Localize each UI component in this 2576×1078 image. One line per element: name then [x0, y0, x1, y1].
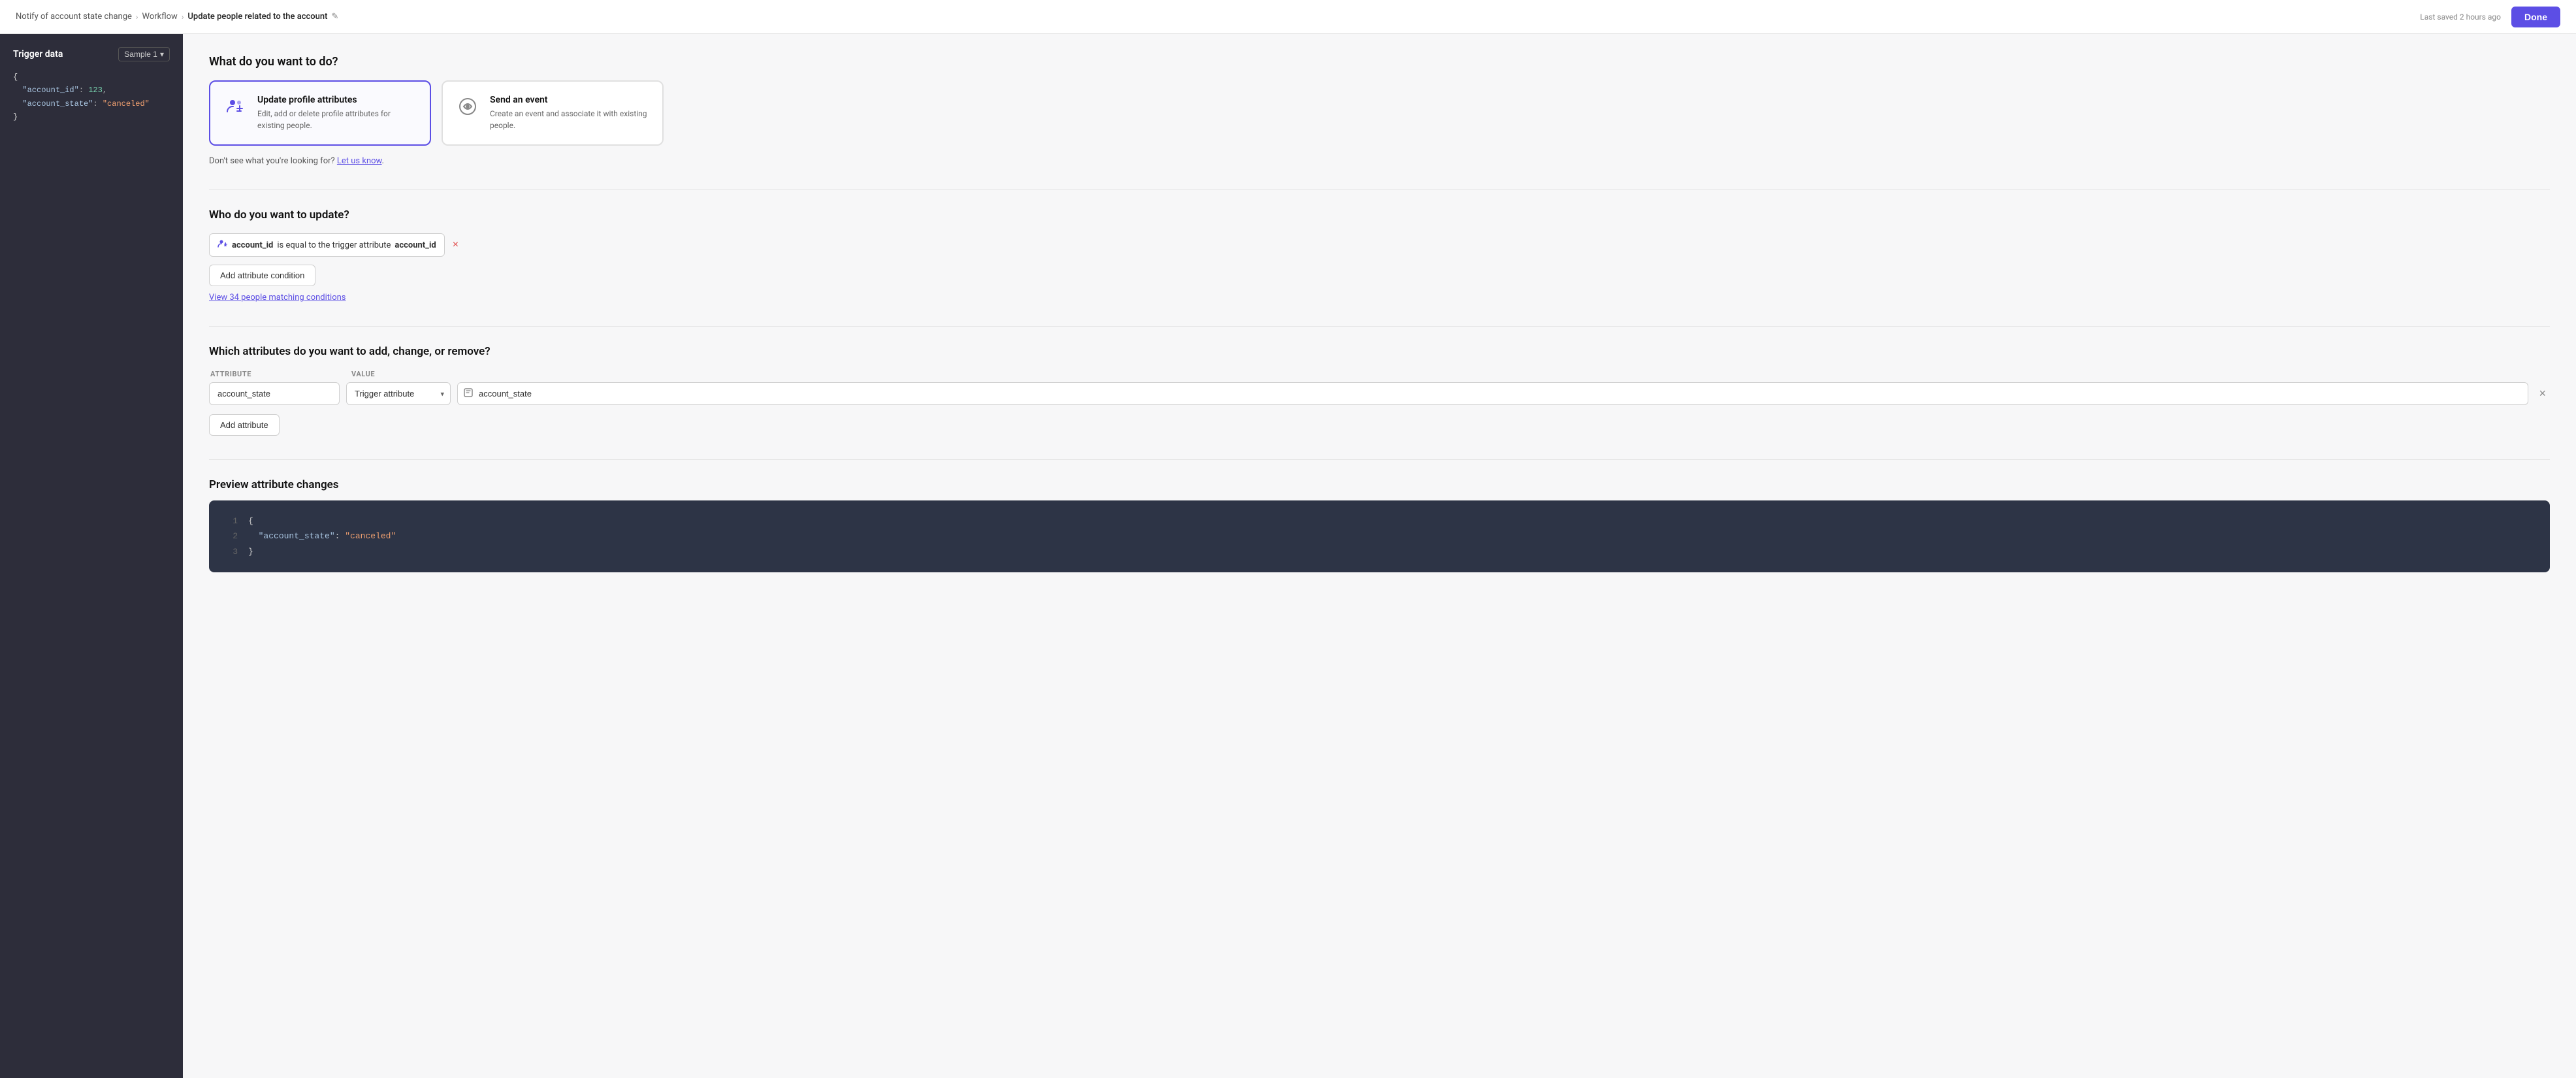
edit-icon[interactable]: ✎	[331, 12, 338, 22]
sidebar: Trigger data Sample 1 ▾ { "account_id": …	[0, 34, 183, 1078]
send-event-icon	[456, 95, 479, 118]
card-send-event-content: Send an event Create an event and associ…	[490, 95, 649, 131]
line-num-2: 2	[225, 529, 238, 544]
card-send-event-title: Send an event	[490, 95, 649, 105]
sidebar-code-line1: {	[13, 71, 170, 84]
condition-operator: is equal to the trigger attribute	[277, 240, 391, 250]
attr-value-wrapper	[457, 382, 2528, 405]
divider-3	[209, 459, 2550, 460]
what-title: What do you want to do?	[209, 55, 2550, 69]
sidebar-code-val1: 123	[88, 86, 103, 95]
sidebar-code-line3: "account_state": "canceled"	[13, 97, 170, 110]
sidebar-code: { "account_id": 123, "account_state": "c…	[13, 71, 170, 124]
layout: Trigger data Sample 1 ▾ { "account_id": …	[0, 34, 2576, 1078]
breadcrumb-step1[interactable]: Notify of account state change	[16, 12, 132, 22]
attr-table-header: ATTRIBUTE VALUE	[209, 370, 2550, 378]
value-col-header: VALUE	[351, 370, 2549, 378]
view-matching-link[interactable]: View 34 people matching conditions	[209, 293, 346, 302]
header: Notify of account state change › Workflo…	[0, 0, 2576, 34]
what-section: What do you want to do?	[209, 55, 2550, 166]
attribute-name-input[interactable]	[209, 382, 340, 405]
breadcrumb-current-label: Update people related to the account	[187, 12, 327, 22]
card-send-event-desc: Create an event and associate it with ex…	[490, 108, 649, 131]
preview-title: Preview attribute changes	[209, 478, 2550, 491]
which-title: Which attributes do you want to add, cha…	[209, 345, 2550, 358]
trigger-type-wrapper: Trigger attribute Static value Event pro…	[346, 382, 451, 405]
preview-line-1: 1 {	[225, 514, 2534, 529]
main-content: What do you want to do?	[183, 34, 2576, 1078]
trigger-type-select[interactable]: Trigger attribute Static value Event pro…	[346, 382, 451, 405]
sidebar-header: Trigger data Sample 1 ▾	[13, 47, 170, 61]
breadcrumb-step2[interactable]: Workflow	[142, 12, 178, 22]
preview-bracket-open: {	[248, 514, 253, 529]
remove-condition-button[interactable]: ×	[450, 238, 461, 252]
condition-attr: account_id	[232, 240, 273, 250]
card-update-profile-desc: Edit, add or delete profile attributes f…	[257, 108, 417, 131]
last-saved-text: Last saved 2 hours ago	[2420, 12, 2501, 22]
attribute-row: Trigger attribute Static value Event pro…	[209, 382, 2550, 405]
preview-section: Preview attribute changes 1 { 2 "account…	[209, 478, 2550, 572]
remove-attribute-button[interactable]: ×	[2535, 385, 2550, 402]
update-profile-icon	[223, 95, 247, 118]
preview-line-2: 2 "account_state": "canceled"	[225, 529, 2534, 544]
preview-code-block: 1 { 2 "account_state": "canceled" 3 }	[209, 500, 2550, 572]
done-button[interactable]: Done	[2511, 7, 2560, 27]
sidebar-code-line4: }	[13, 110, 170, 123]
add-condition-button[interactable]: Add attribute condition	[209, 265, 315, 286]
attrs-section: Which attributes do you want to add, cha…	[209, 345, 2550, 436]
who-title: Who do you want to update?	[209, 208, 2550, 221]
breadcrumb: Notify of account state change › Workflo…	[16, 12, 338, 22]
header-right: Last saved 2 hours ago Done	[2420, 7, 2560, 27]
sidebar-code-line2: "account_id": 123,	[13, 84, 170, 97]
sample-selector[interactable]: Sample 1 ▾	[118, 47, 170, 61]
divider-1	[209, 189, 2550, 190]
preview-line-3: 3 }	[225, 544, 2534, 559]
attr-col-header: ATTRIBUTE	[210, 370, 341, 378]
chevron-down-icon: ▾	[160, 50, 164, 59]
condition-value: account_id	[394, 240, 436, 250]
let-us-know-link[interactable]: Let us know	[337, 156, 382, 166]
preview-key: "account_state": "canceled"	[248, 529, 396, 544]
action-cards: Update profile attributes Edit, add or d…	[209, 80, 2550, 146]
divider-2	[209, 326, 2550, 327]
card-update-profile-content: Update profile attributes Edit, add or d…	[257, 95, 417, 131]
breadcrumb-sep1: ›	[136, 12, 138, 22]
not-seeing-text: Don't see what you're looking for? Let u…	[209, 156, 2550, 166]
sidebar-code-key1: "account_id"	[22, 86, 78, 95]
line-num-3: 3	[225, 544, 238, 559]
breadcrumb-current: Update people related to the account ✎	[187, 12, 338, 22]
attr-icon	[217, 238, 228, 252]
card-update-profile-title: Update profile attributes	[257, 95, 417, 105]
card-send-event[interactable]: Send an event Create an event and associ…	[442, 80, 664, 146]
sidebar-title: Trigger data	[13, 49, 63, 59]
add-attribute-button[interactable]: Add attribute	[209, 414, 280, 436]
card-update-profile[interactable]: Update profile attributes Edit, add or d…	[209, 80, 431, 146]
line-num-1: 1	[225, 514, 238, 529]
not-seeing-label: Don't see what you're looking for?	[209, 156, 335, 166]
not-seeing-end: .	[382, 156, 384, 166]
preview-bracket-close: }	[248, 544, 253, 559]
attribute-value-input[interactable]	[457, 382, 2528, 405]
sidebar-code-key2: "account_state"	[22, 99, 93, 108]
who-section: Who do you want to update? account_id is	[209, 208, 2550, 302]
condition-tag: account_id is equal to the trigger attri…	[209, 233, 445, 257]
sample-label: Sample 1	[124, 50, 157, 59]
condition-row: account_id is equal to the trigger attri…	[209, 233, 2550, 257]
sidebar-code-val2: "canceled"	[103, 99, 150, 108]
breadcrumb-sep2: ›	[182, 12, 184, 22]
